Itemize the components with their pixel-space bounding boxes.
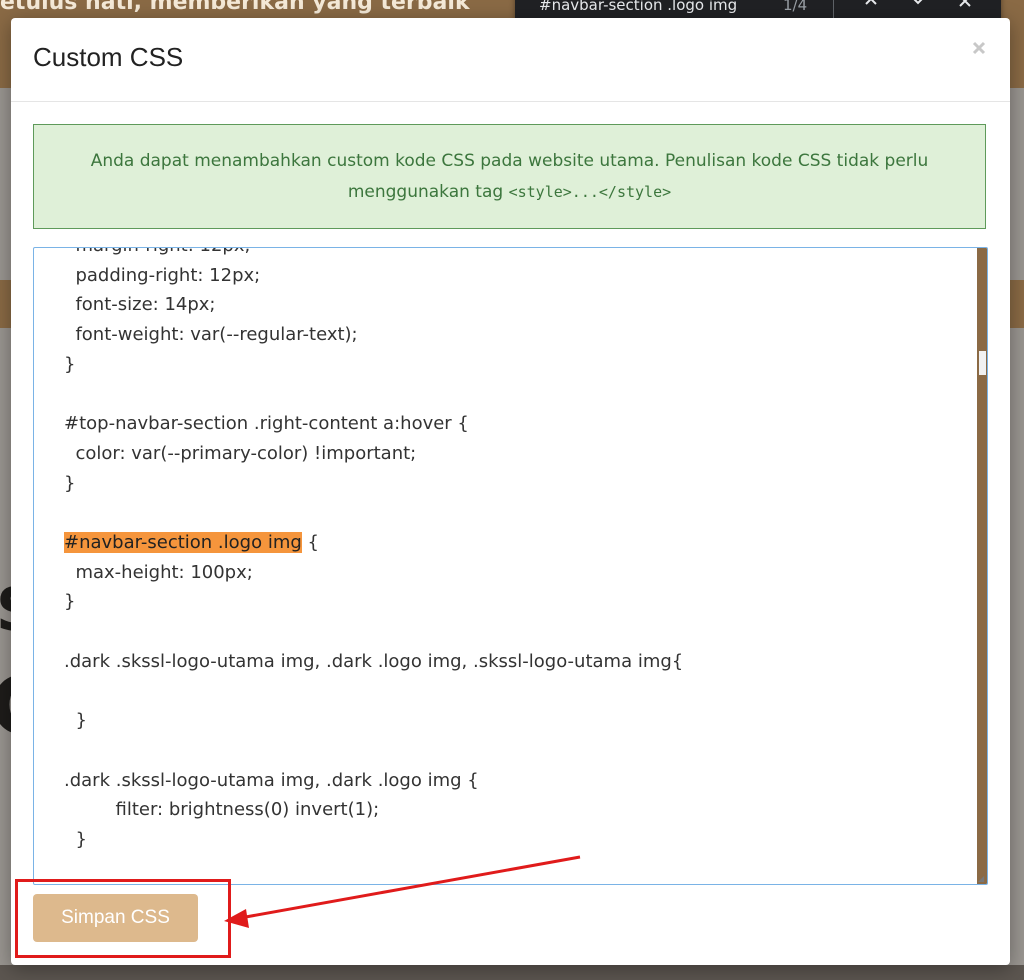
annotation-arrow	[224, 855, 581, 928]
